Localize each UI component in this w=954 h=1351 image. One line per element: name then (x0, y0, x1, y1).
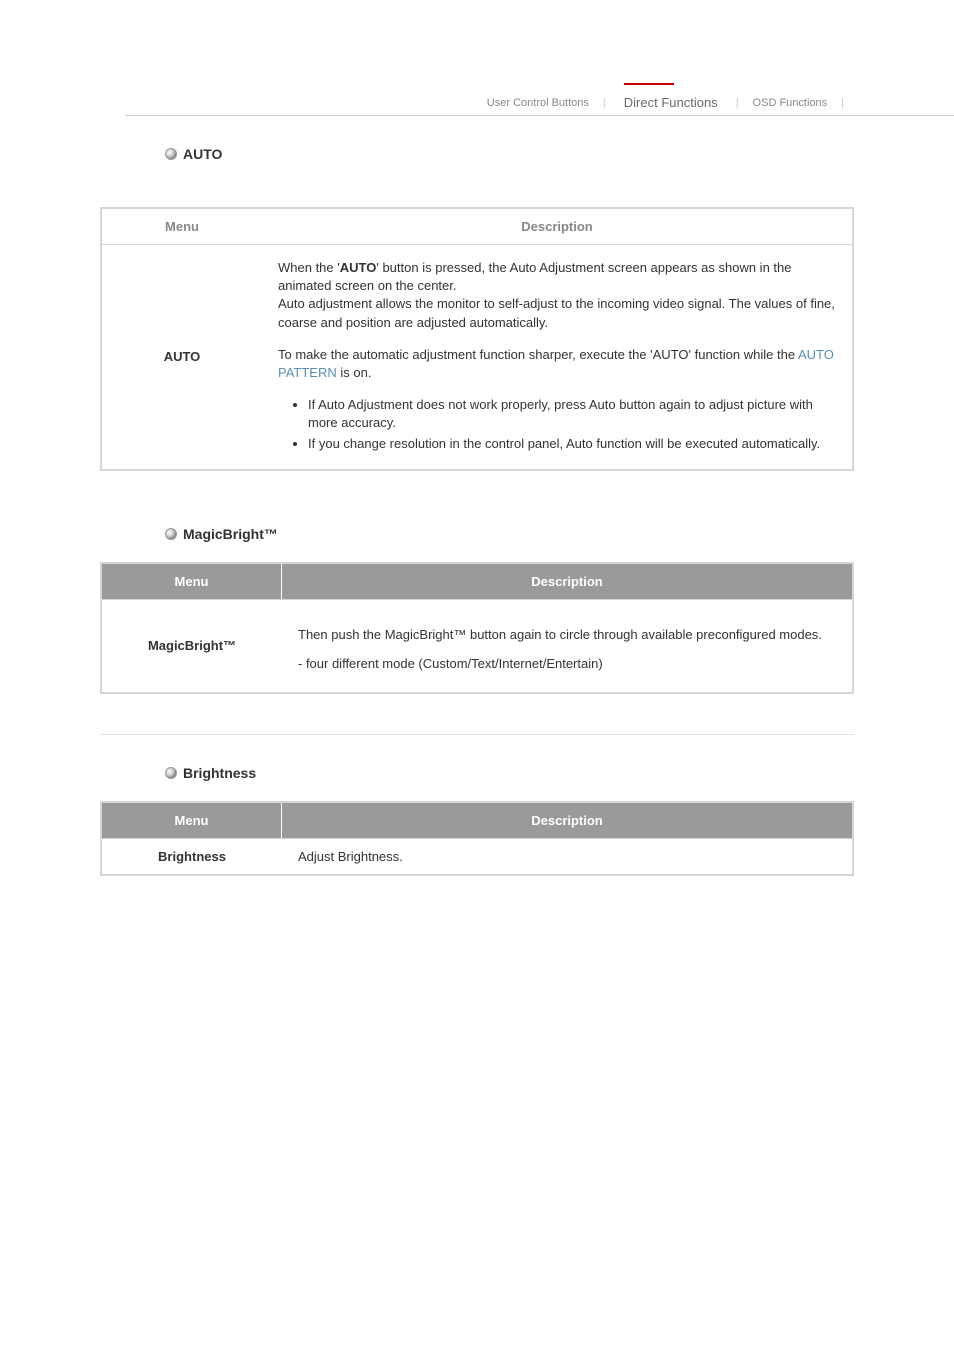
table-wrapper-auto: Menu Description AUTO When the 'AUTO' bu… (100, 207, 854, 471)
auto-desc-list: If Auto Adjustment does not work properl… (278, 396, 836, 453)
col-menu-header: Menu (102, 564, 282, 599)
desc-cell-auto: When the 'AUTO' button is pressed, the A… (262, 245, 852, 469)
auto-desc-p1: When the 'AUTO' button is pressed, the A… (278, 259, 836, 332)
nav-direct-functions[interactable]: Direct Functions (606, 95, 736, 110)
bullet-icon (165, 528, 177, 540)
desc-cell-magicbright: Then push the MagicBright™ button again … (282, 599, 852, 692)
magicbright-desc-line2: - four different mode (Custom/Text/Inter… (298, 654, 836, 674)
auto-desc-p2: To make the automatic adjustment functio… (278, 346, 836, 382)
nav-osd-functions[interactable]: OSD Functions (739, 97, 842, 109)
section-heading-auto: AUTO (165, 146, 844, 162)
table-row: Brightness Adjust Brightness. (102, 838, 852, 875)
active-indicator (624, 83, 674, 85)
menu-cell-brightness: Brightness (102, 838, 282, 875)
bullet-icon (165, 767, 177, 779)
table-row: AUTO When the 'AUTO' button is pressed, … (102, 245, 852, 469)
col-desc-header: Description (262, 209, 852, 245)
nav-direct-functions-wrapper: Direct Functions (606, 95, 736, 110)
section-heading-brightness: Brightness (165, 765, 844, 781)
list-item: If you change resolution in the control … (308, 435, 836, 453)
nav-bar: User Control Buttons | Direct Functions … (125, 85, 954, 116)
section-auto: AUTO (155, 146, 844, 162)
section-title-auto: AUTO (183, 146, 222, 162)
table-wrapper-brightness: Menu Description Brightness Adjust Brigh… (100, 801, 854, 877)
magicbright-desc-line1: Then push the MagicBright™ button again … (298, 625, 836, 645)
section-brightness: Brightness (155, 765, 844, 781)
table-brightness: Menu Description Brightness Adjust Brigh… (100, 801, 854, 877)
table-magicbright: Menu Description MagicBright™ Then push … (100, 562, 854, 694)
section-magicbright: MagicBright™ (155, 526, 844, 542)
section-divider (100, 734, 854, 735)
list-item: If Auto Adjustment does not work properl… (308, 396, 836, 432)
table-wrapper-magicbright: Menu Description MagicBright™ Then push … (100, 562, 854, 694)
col-menu-header: Menu (102, 209, 262, 245)
menu-cell-magicbright: MagicBright™ (102, 599, 282, 692)
col-desc-header: Description (282, 803, 852, 838)
section-title-brightness: Brightness (183, 765, 256, 781)
section-heading-magicbright: MagicBright™ (165, 526, 844, 542)
col-menu-header: Menu (102, 803, 282, 838)
menu-cell-auto: AUTO (102, 245, 262, 469)
nav-separator: | (841, 97, 844, 109)
section-title-magicbright: MagicBright™ (183, 526, 278, 542)
desc-cell-brightness: Adjust Brightness. (282, 838, 852, 875)
col-desc-header: Description (282, 564, 852, 599)
nav-user-control-buttons[interactable]: User Control Buttons (473, 97, 603, 109)
bullet-icon (165, 148, 177, 160)
table-row: MagicBright™ Then push the MagicBright™ … (102, 599, 852, 692)
table-auto: Menu Description AUTO When the 'AUTO' bu… (100, 207, 854, 471)
